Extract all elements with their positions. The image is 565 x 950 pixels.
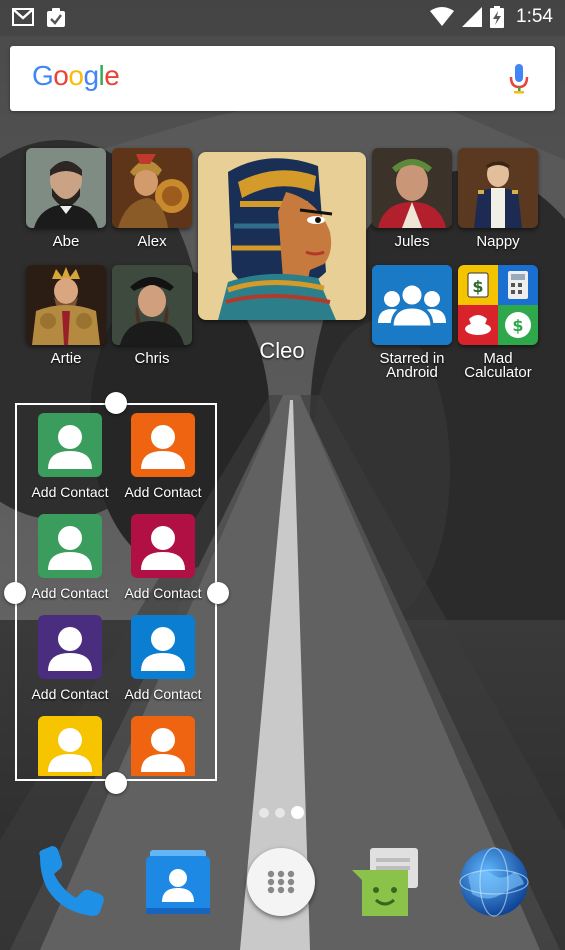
contact-tile — [38, 413, 102, 477]
contact-tile — [131, 716, 195, 776]
contact-tile — [38, 716, 102, 776]
contacts-icon[interactable] — [142, 846, 214, 918]
page-dot[interactable] — [259, 807, 269, 818]
app-label: Mad Calculator — [464, 350, 532, 381]
group-people-icon — [372, 265, 452, 345]
contact-tile — [131, 615, 195, 679]
add-contact-shortcut[interactable] — [27, 716, 113, 776]
app-label: Alex — [137, 233, 167, 250]
app-label: Jules — [394, 233, 430, 250]
resize-handle-left[interactable] — [4, 582, 26, 604]
app-label: Starred in Android — [379, 350, 445, 381]
status-time: 1:54 — [516, 6, 553, 27]
resize-handle-right[interactable] — [207, 582, 229, 604]
person-icon — [141, 425, 185, 469]
app-abe[interactable]: Abe — [26, 148, 106, 249]
add-contact-shortcut[interactable]: Add Contact — [27, 615, 113, 702]
contact-label: Add Contact — [124, 686, 202, 702]
app-mad-calculator[interactable]: $ $ Mad Calculator — [458, 265, 538, 380]
person-icon — [48, 627, 92, 671]
person-icon — [141, 728, 185, 772]
resize-handle-bottom[interactable] — [105, 772, 127, 794]
google-logo: Google — [32, 60, 120, 92]
contact-tile — [38, 615, 102, 679]
caesar-portrait-icon — [372, 148, 452, 228]
app-drawer-icon — [267, 870, 295, 894]
person-icon — [141, 627, 185, 671]
wifi-icon — [430, 7, 455, 26]
battery-charging-icon — [490, 6, 505, 28]
status-bar: 1:54 — [0, 0, 565, 36]
person-icon — [141, 526, 185, 570]
app-jules[interactable]: Jules — [372, 148, 452, 249]
messenger-icon[interactable] — [350, 846, 422, 918]
phone-icon[interactable] — [32, 846, 104, 918]
contact-label: Add Contact — [31, 686, 109, 702]
app-label: Nappy — [476, 233, 520, 250]
page-dot[interactable] — [275, 807, 285, 818]
contact-label: Add Contact — [124, 484, 202, 500]
logo-letter: G — [32, 60, 54, 91]
svg-text:$: $ — [512, 316, 523, 335]
add-contact-shortcut[interactable] — [120, 716, 206, 776]
add-contact-shortcut[interactable]: Add Contact — [27, 413, 113, 500]
napoleon-portrait-icon — [458, 148, 538, 228]
browser-globe-icon[interactable] — [458, 846, 530, 918]
cell-signal-icon — [462, 7, 483, 27]
contact-label: Add Contact — [31, 484, 109, 500]
lincoln-portrait-icon — [26, 148, 106, 228]
contact-tile — [131, 514, 195, 578]
add-contact-shortcut[interactable]: Add Contact — [120, 413, 206, 500]
person-icon — [48, 526, 92, 570]
logo-letter: o — [53, 60, 69, 91]
app-alex[interactable]: Alex — [112, 148, 192, 249]
alexander-portrait-icon — [112, 148, 192, 228]
app-starred-in-android[interactable]: Starred in Android — [372, 265, 452, 380]
clipboard-check-icon — [47, 8, 65, 27]
logo-letter: o — [68, 60, 84, 91]
app-chris[interactable]: Chris — [112, 265, 192, 366]
logo-letter: e — [104, 60, 120, 91]
contact-tile — [131, 413, 195, 477]
app-label: Abe — [52, 233, 80, 250]
microphone-icon[interactable] — [509, 64, 529, 94]
gmail-icon — [12, 8, 34, 26]
add-contact-shortcut[interactable]: Add Contact — [120, 615, 206, 702]
app-cleo[interactable]: Cleo — [198, 152, 366, 363]
app-artie[interactable]: Artie — [26, 265, 106, 366]
arthur-portrait-icon — [26, 265, 106, 345]
page-dot-current[interactable] — [291, 806, 304, 819]
columbus-portrait-icon — [112, 265, 192, 345]
contacts-widget: Add Contact Add Contact Add Contact Add … — [17, 405, 215, 776]
contact-label: Add Contact — [31, 585, 109, 601]
svg-text:$: $ — [472, 277, 483, 296]
cleopatra-portrait-icon — [198, 152, 366, 320]
calculator-grid-icon: $ $ — [458, 265, 538, 345]
all-apps-button[interactable] — [247, 848, 315, 916]
page-indicator — [259, 806, 304, 819]
google-search-bar[interactable]: Google — [10, 46, 555, 111]
add-contact-shortcut[interactable]: Add Contact — [27, 514, 113, 601]
contact-tile — [38, 514, 102, 578]
resize-handle-top[interactable] — [105, 392, 127, 414]
contact-label: Add Contact — [124, 585, 202, 601]
add-contact-shortcut[interactable]: Add Contact — [120, 514, 206, 601]
logo-letter: g — [83, 60, 99, 91]
app-label: Artie — [50, 350, 82, 367]
person-icon — [48, 425, 92, 469]
app-label: Cleo — [259, 338, 305, 363]
app-label: Chris — [134, 350, 170, 367]
app-nappy[interactable]: Nappy — [458, 148, 538, 249]
person-icon — [48, 728, 92, 772]
